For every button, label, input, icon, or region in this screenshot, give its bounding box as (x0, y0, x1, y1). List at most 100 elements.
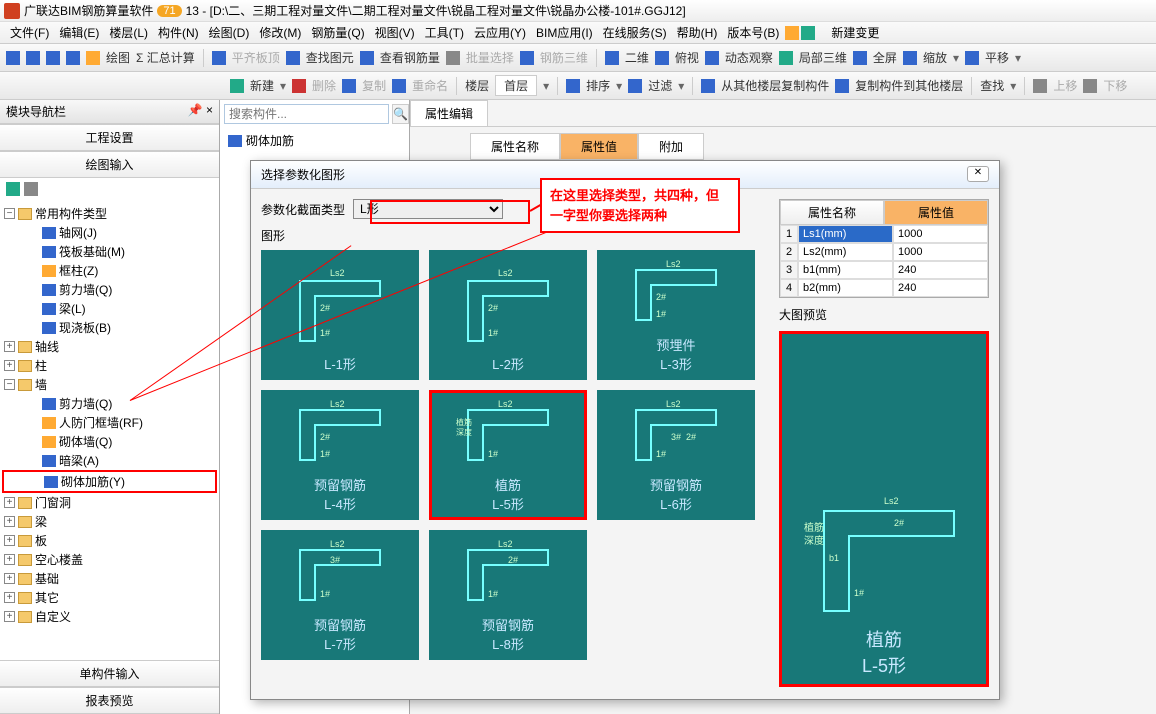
tree-item[interactable]: 现浇板(B) (59, 319, 111, 336)
menu-rebar[interactable]: 钢筋量(Q) (307, 22, 368, 43)
tree-found[interactable]: 基础 (35, 570, 59, 587)
menu-draw[interactable]: 绘图(D) (205, 22, 254, 43)
collapse-icon[interactable]: − (4, 208, 15, 219)
new-button[interactable]: 新建 (250, 77, 274, 94)
tree-item[interactable]: 剪力墙(Q) (59, 395, 112, 412)
prop-row[interactable]: 3b1(mm)240 (780, 261, 988, 279)
tree-other[interactable]: 其它 (35, 589, 59, 606)
tree-item[interactable]: 框柱(Z) (59, 262, 98, 279)
topview-button[interactable]: 俯视 (675, 49, 699, 66)
prop-row[interactable]: 1Ls1(mm)1000 (780, 225, 988, 243)
expand-icon[interactable]: + (4, 516, 15, 527)
collapse-icon[interactable]: − (4, 379, 15, 390)
proj-settings-tab[interactable]: 工程设置 (0, 124, 219, 151)
refresh-icon[interactable] (801, 26, 815, 40)
shape-l5[interactable]: Ls2植筋深度1# 植筋 L-5形 (429, 390, 587, 520)
expand-icon[interactable]: + (4, 611, 15, 622)
view-rebar-button[interactable]: 查看钢筋量 (380, 49, 440, 66)
tree-item[interactable]: 筏板基础(M) (59, 243, 125, 260)
draw-input-tab[interactable]: 绘图输入 (0, 151, 219, 178)
current-item-label[interactable]: 砌体加筋 (246, 132, 294, 149)
tree-item[interactable]: 暗梁(A) (59, 452, 99, 469)
menu-tool[interactable]: 工具(T) (421, 22, 468, 43)
shape-l4[interactable]: Ls22#1# 预留钢筋 L-4形 (261, 390, 419, 520)
expand-icon[interactable]: + (4, 554, 15, 565)
tree-doorwin[interactable]: 门窗洞 (35, 494, 71, 511)
report-preview-tab[interactable]: 报表预览 (0, 687, 219, 714)
tree-hollow[interactable]: 空心楼盖 (35, 551, 83, 568)
tree-item[interactable]: 砌体墙(Q) (59, 433, 112, 450)
expand-icon[interactable]: + (4, 573, 15, 584)
emoji-icon[interactable] (785, 26, 799, 40)
mini-icon[interactable] (24, 182, 38, 196)
expand-icon[interactable]: + (4, 497, 15, 508)
draw-button[interactable]: 绘图 (106, 49, 130, 66)
view2d-button[interactable]: 二维 (625, 49, 649, 66)
tree-item-masonry-rebar[interactable]: 砌体加筋(Y) (61, 473, 125, 490)
zoom-icon (903, 51, 917, 65)
search-button[interactable]: 🔍 (392, 104, 409, 124)
menu-help[interactable]: 帮助(H) (673, 22, 722, 43)
filter-button[interactable]: 过滤 (648, 77, 672, 94)
tool-icon[interactable] (26, 51, 40, 65)
tool-icon[interactable] (6, 51, 20, 65)
menu-edit[interactable]: 编辑(E) (55, 22, 103, 43)
tree-item[interactable]: 人防门框墙(RF) (59, 414, 143, 431)
prop-row[interactable]: 4b2(mm)240 (780, 279, 988, 297)
close-icon[interactable]: ✕ (967, 166, 989, 182)
tree-custom[interactable]: 自定义 (35, 608, 71, 625)
dynobs-button[interactable]: 动态观察 (725, 49, 773, 66)
expand-icon[interactable]: + (4, 535, 15, 546)
find-button[interactable]: 查找 (980, 77, 1004, 94)
expand-icon[interactable]: + (4, 341, 15, 352)
expand-icon[interactable]: + (4, 360, 15, 371)
floor-value[interactable]: 首层 (495, 75, 537, 96)
mini-icon[interactable] (6, 182, 20, 196)
menu-floor[interactable]: 楼层(L) (105, 22, 152, 43)
tree-root[interactable]: 常用构件类型 (35, 205, 107, 222)
tree-beam[interactable]: 梁 (35, 513, 47, 530)
draw-icon[interactable] (86, 51, 100, 65)
prop-row[interactable]: 2Ls2(mm)1000 (780, 243, 988, 261)
tool-icon[interactable] (46, 51, 60, 65)
tree-column[interactable]: 柱 (35, 357, 47, 374)
pan-button[interactable]: 平移 (985, 49, 1009, 66)
menu-member[interactable]: 构件(N) (154, 22, 203, 43)
tree-slab[interactable]: 板 (35, 532, 47, 549)
shape-l3[interactable]: Ls22#1# 预埋件 L-3形 (597, 250, 755, 380)
new-change-button[interactable]: 新建变更 (827, 22, 883, 43)
sort-button[interactable]: 排序 (586, 77, 610, 94)
param-type-select[interactable]: L形 (353, 199, 503, 219)
menu-modify[interactable]: 修改(M) (255, 22, 305, 43)
dynobs-icon (705, 51, 719, 65)
prop-edit-tab[interactable]: 属性编辑 (410, 100, 488, 126)
menu-view[interactable]: 视图(V) (371, 22, 419, 43)
sum-button[interactable]: Σ 汇总计算 (136, 49, 195, 66)
copyfrom-button[interactable]: 从其他楼层复制构件 (721, 77, 829, 94)
expand-icon[interactable]: + (4, 592, 15, 603)
tree-item[interactable]: 轴网(J) (59, 224, 97, 241)
tree-axis[interactable]: 轴线 (35, 338, 59, 355)
menu-bim[interactable]: BIM应用(I) (532, 22, 597, 43)
menu-version[interactable]: 版本号(B) (723, 22, 783, 43)
fullscreen-button[interactable]: 全屏 (873, 49, 897, 66)
local3d-button[interactable]: 局部三维 (799, 49, 847, 66)
copyto-button[interactable]: 复制构件到其他楼层 (855, 77, 963, 94)
single-input-tab[interactable]: 单构件输入 (0, 660, 219, 687)
search-input[interactable] (224, 104, 389, 124)
dialog-prop-table: 属性名称 属性值 1Ls1(mm)1000 2Ls2(mm)1000 3b1(m… (779, 199, 989, 298)
zoom-button[interactable]: 缩放 (923, 49, 947, 66)
member-tree[interactable]: −常用构件类型 轴网(J) 筏板基础(M) 框柱(Z) 剪力墙(Q) 梁(L) … (0, 200, 219, 660)
shape-l8[interactable]: Ls22#1# 预留钢筋 L-8形 (429, 530, 587, 660)
tool-icon[interactable] (66, 51, 80, 65)
menu-cloud[interactable]: 云应用(Y) (470, 22, 530, 43)
tree-wall[interactable]: 墙 (35, 376, 47, 393)
menu-online[interactable]: 在线服务(S) (599, 22, 671, 43)
pin-icon[interactable]: 📌 × (188, 103, 213, 120)
shape-l6[interactable]: Ls23#2#1# 预留钢筋 L-6形 (597, 390, 755, 520)
tree-item[interactable]: 梁(L) (59, 300, 86, 317)
find-elem-button[interactable]: 查找图元 (306, 49, 354, 66)
shape-l7[interactable]: Ls23#1# 预留钢筋 L-7形 (261, 530, 419, 660)
menu-file[interactable]: 文件(F) (6, 22, 53, 43)
tree-item[interactable]: 剪力墙(Q) (59, 281, 112, 298)
